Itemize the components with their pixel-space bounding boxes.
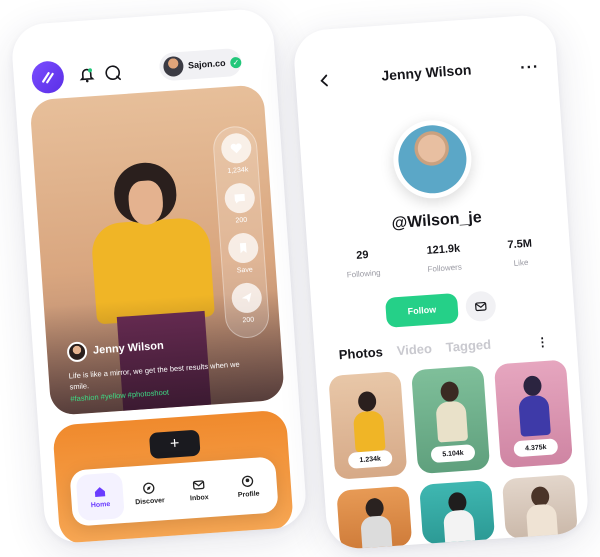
bookmark-icon[interactable] [227, 232, 260, 265]
profile-icon [242, 475, 254, 487]
nav-label: Discover [134, 496, 165, 506]
photo-detail [439, 381, 460, 403]
comment-icon[interactable] [223, 182, 256, 215]
stat-following[interactable]: 29 Following [345, 248, 381, 280]
avatar [66, 341, 88, 363]
photo-detail [525, 503, 559, 540]
nav-item-home[interactable]: Home [75, 472, 125, 522]
photo-detail [435, 400, 469, 443]
photo-view-count: 5.104k [430, 444, 476, 464]
photo-detail [522, 375, 543, 397]
verified-check-icon: ✓ [230, 56, 242, 68]
message-button[interactable] [464, 290, 497, 323]
nav-label: Home [90, 500, 111, 509]
nav-item-inbox[interactable]: Inbox [174, 465, 223, 514]
nav-label: Profile [237, 490, 260, 499]
feed-phone: Sajon.co ✓ 1,234k 200 Save 200 Jenny Wil… [10, 7, 308, 545]
feed-post[interactable]: 1,234k 200 Save 200 Jenny Wilson Life is… [29, 84, 285, 416]
more-options-icon[interactable]: ··· [520, 59, 540, 78]
share-count: 200 [242, 316, 255, 325]
stat-value: 121.9k [426, 242, 461, 257]
profile-phone: Jenny Wilson ··· @Wilson_je 29 Following… [292, 13, 590, 551]
author-name: Jenny Wilson [92, 339, 165, 357]
user-chip[interactable]: Sajon.co ✓ [158, 47, 243, 82]
photo-tile[interactable] [336, 485, 413, 551]
photo-tile[interactable]: 1.234k [328, 371, 408, 480]
stat-followers[interactable]: 121.9k Followers [426, 243, 462, 274]
like-count: 1,234k [227, 166, 249, 175]
send-icon[interactable] [230, 281, 263, 314]
profile-avatar [390, 117, 475, 201]
follow-button[interactable]: Follow [384, 292, 459, 328]
avatar [162, 55, 184, 78]
profile-stats: 29 Following 121.9k Followers 7.5M Like [322, 236, 557, 281]
compass-icon [143, 482, 155, 494]
nav-item-profile[interactable]: Profile [224, 462, 273, 511]
photo-detail [357, 390, 377, 413]
photo-grid: 1.234k 5.104k 4.375k [328, 359, 578, 551]
inbox-icon [192, 479, 205, 490]
nav-label: Inbox [189, 493, 209, 502]
tab-tagged[interactable]: Tagged [445, 337, 491, 355]
photo-tile[interactable] [501, 474, 578, 540]
add-post-button[interactable]: + [148, 429, 201, 460]
photo-view-count: 1.234k [347, 449, 393, 469]
bell-icon[interactable] [77, 65, 96, 84]
home-icon [94, 486, 105, 497]
photo-detail [518, 394, 551, 437]
page-title: Jenny Wilson [380, 61, 472, 84]
tab-photos[interactable]: Photos [338, 344, 383, 362]
stat-value: 29 [355, 249, 369, 262]
stat-value: 7.5M [507, 237, 533, 252]
photo-tile[interactable] [419, 479, 496, 545]
photo-detail [443, 509, 476, 545]
photo-view-count: 4.375k [513, 438, 559, 458]
profile-tabs: Photos Video Tagged [338, 333, 551, 363]
stat-label: Followers [427, 262, 463, 274]
stat-likes[interactable]: 7.5M Like [507, 238, 533, 269]
stat-label: Following [346, 268, 381, 280]
nav-item-discover[interactable]: Discover [125, 469, 174, 518]
tab-more-icon[interactable]: ⋮ [536, 335, 549, 350]
photo-tile[interactable]: 5.104k [411, 365, 491, 475]
stat-label: Like [513, 257, 529, 268]
photo-detail [352, 410, 386, 453]
save-label: Save [236, 266, 254, 275]
avatar-image [396, 123, 469, 196]
user-chip-name: Sajon.co [187, 57, 226, 71]
tab-video[interactable]: Video [396, 341, 432, 358]
app-logo-icon[interactable] [30, 60, 65, 95]
mail-icon [475, 301, 487, 312]
comment-count: 200 [235, 216, 248, 225]
chat-icon[interactable] [103, 63, 122, 82]
photo-tile[interactable]: 4.375k [493, 359, 573, 469]
photo-detail [360, 515, 393, 551]
profile-handle: @Wilson_je [391, 209, 483, 233]
heart-icon[interactable] [220, 132, 253, 165]
